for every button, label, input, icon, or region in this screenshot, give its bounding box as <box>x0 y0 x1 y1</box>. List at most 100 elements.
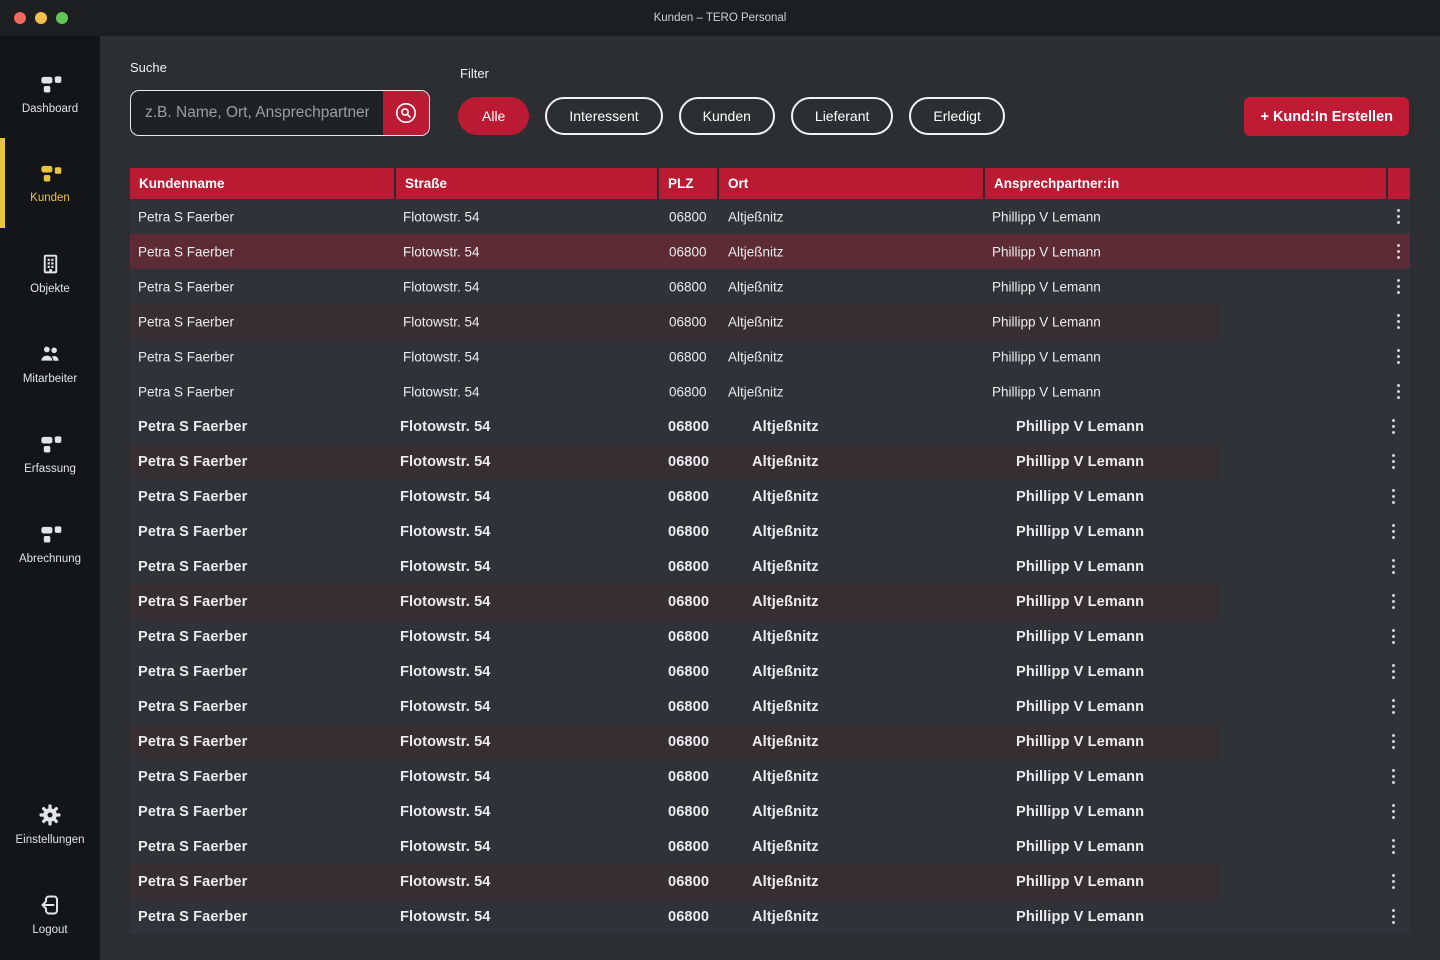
column-header-ansprechpartner[interactable]: Ansprechpartner:in <box>985 168 1388 199</box>
cell-plz: 06800 <box>668 664 709 680</box>
cell-kundenname: Petra S Faerber <box>138 279 234 294</box>
cell-ort: Altjeßnitz <box>728 314 784 329</box>
row-menu-button[interactable] <box>1380 899 1406 934</box>
filter-pills: Alle Interessent Kunden Lieferant Erledi… <box>458 97 1005 135</box>
row-menu-button[interactable] <box>1380 549 1406 584</box>
cell-ort: Altjeßnitz <box>752 419 819 435</box>
sidebar-item-erfassung[interactable]: Erfassung <box>0 412 100 496</box>
cell-plz: 06800 <box>669 244 707 259</box>
table-row[interactable]: Petra S Faerber Flotowstr. 54 06800 Altj… <box>130 374 1410 409</box>
table-row[interactable]: Petra S Faerber Flotowstr. 54 06800 Altj… <box>130 339 1410 374</box>
table-row[interactable]: Petra S Faerber Flotowstr. 54 06800 Altj… <box>130 759 1410 794</box>
filter-pill-alle[interactable]: Alle <box>458 97 529 135</box>
filter-pill-interessent[interactable]: Interessent <box>545 97 662 135</box>
zoom-button[interactable] <box>56 12 68 24</box>
cell-kundenname: Petra S Faerber <box>138 209 234 224</box>
sidebar-item-label: Mitarbeiter <box>23 373 77 385</box>
filter-pill-lieferant[interactable]: Lieferant <box>791 97 893 135</box>
sidebar-item-label: Logout <box>32 924 67 936</box>
row-menu-button[interactable] <box>1380 654 1406 689</box>
row-menu-button[interactable] <box>1380 619 1406 654</box>
cell-plz: 06800 <box>668 699 709 715</box>
cell-ansprechpartner: Phillipp V Lemann <box>1016 909 1144 925</box>
titlebar: Kunden – TERO Personal <box>0 0 1440 36</box>
table-row[interactable]: Petra S Faerber Flotowstr. 54 06800 Altj… <box>130 304 1410 339</box>
close-button[interactable] <box>14 12 26 24</box>
row-menu-button[interactable] <box>1380 759 1406 794</box>
cell-plz: 06800 <box>668 769 709 785</box>
kebab-dots-icon <box>1392 419 1395 422</box>
active-indicator <box>0 138 5 228</box>
row-menu-button[interactable] <box>1380 514 1406 549</box>
table-row[interactable]: Petra S Faerber Flotowstr. 54 06800 Altj… <box>130 724 1410 759</box>
filter-pill-erledigt[interactable]: Erledigt <box>909 97 1004 135</box>
row-menu-button[interactable] <box>1385 339 1411 374</box>
table-row[interactable]: Petra S Faerber Flotowstr. 54 06800 Altj… <box>130 654 1410 689</box>
row-menu-button[interactable] <box>1380 409 1406 444</box>
sidebar-item-einstellungen[interactable]: Einstellungen <box>0 782 100 866</box>
column-header-strasse[interactable]: Straße <box>396 168 659 199</box>
row-menu-button[interactable] <box>1380 689 1406 724</box>
table-row[interactable]: Petra S Faerber Flotowstr. 54 06800 Altj… <box>130 199 1410 234</box>
sidebar-item-label: Objekte <box>30 283 70 295</box>
table-row[interactable]: Petra S Faerber Flotowstr. 54 06800 Altj… <box>130 444 1410 479</box>
filter-pill-kunden[interactable]: Kunden <box>679 97 775 135</box>
search-input[interactable] <box>131 91 383 135</box>
search-button[interactable] <box>383 91 429 135</box>
row-menu-button[interactable] <box>1380 584 1406 619</box>
row-menu-button[interactable] <box>1385 269 1411 304</box>
column-header-plz[interactable]: PLZ <box>659 168 719 199</box>
cell-ansprechpartner: Phillipp V Lemann <box>992 349 1101 364</box>
table-row[interactable]: Petra S Faerber Flotowstr. 54 06800 Altj… <box>130 409 1410 444</box>
column-header-ort[interactable]: Ort <box>719 168 985 199</box>
sidebar-item-objekte[interactable]: Objekte <box>0 232 100 316</box>
table-row[interactable]: Petra S Faerber Flotowstr. 54 06800 Altj… <box>130 479 1410 514</box>
cell-ort: Altjeßnitz <box>728 279 784 294</box>
cell-ort: Altjeßnitz <box>752 454 819 470</box>
table-row[interactable]: Petra S Faerber Flotowstr. 54 06800 Altj… <box>130 689 1410 724</box>
sidebar-item-dashboard[interactable]: Dashboard <box>0 52 100 136</box>
kebab-dots-icon <box>1392 629 1395 632</box>
sidebar-item-logout[interactable]: Logout <box>0 872 100 956</box>
sidebar-item-abrechnung[interactable]: Abrechnung <box>0 502 100 586</box>
cell-kundenname: Petra S Faerber <box>138 244 234 259</box>
minimize-button[interactable] <box>35 12 47 24</box>
table-row[interactable]: Petra S Faerber Flotowstr. 54 06800 Altj… <box>130 794 1410 829</box>
column-header-kundenname[interactable]: Kundenname <box>130 168 396 199</box>
cell-ort: Altjeßnitz <box>752 664 819 680</box>
row-menu-button[interactable] <box>1380 794 1406 829</box>
create-customer-button[interactable]: + Kund:In Erstellen <box>1244 97 1409 136</box>
row-menu-button[interactable] <box>1385 234 1411 269</box>
row-menu-button[interactable] <box>1385 199 1411 234</box>
sidebar-item-mitarbeiter[interactable]: Mitarbeiter <box>0 322 100 406</box>
table-row[interactable]: Petra S Faerber Flotowstr. 54 06800 Altj… <box>130 234 1410 269</box>
row-menu-button[interactable] <box>1385 374 1411 409</box>
cell-plz: 06800 <box>668 594 709 610</box>
row-menu-button[interactable] <box>1380 444 1406 479</box>
row-menu-button[interactable] <box>1380 724 1406 759</box>
table-row[interactable]: Petra S Faerber Flotowstr. 54 06800 Altj… <box>130 829 1410 864</box>
table-row[interactable]: Petra S Faerber Flotowstr. 54 06800 Altj… <box>130 549 1410 584</box>
cell-plz: 06800 <box>668 874 709 890</box>
people-icon <box>38 343 63 366</box>
cell-kundenname: Petra S Faerber <box>138 314 234 329</box>
table-row[interactable]: Petra S Faerber Flotowstr. 54 06800 Altj… <box>130 899 1410 934</box>
table-row[interactable]: Petra S Faerber Flotowstr. 54 06800 Altj… <box>130 619 1410 654</box>
cell-strasse: Flotowstr. 54 <box>400 524 491 540</box>
row-menu-button[interactable] <box>1380 479 1406 514</box>
filter-label: Filter <box>460 66 489 81</box>
table-row[interactable]: Petra S Faerber Flotowstr. 54 06800 Altj… <box>130 514 1410 549</box>
cell-strasse: Flotowstr. 54 <box>403 209 480 224</box>
main-content: Suche Filter Alle Interessent Kunden Lie… <box>100 36 1440 960</box>
search-icon <box>393 100 419 126</box>
row-menu-button[interactable] <box>1385 304 1411 339</box>
cell-kundenname: Petra S Faerber <box>138 699 247 715</box>
table-row[interactable]: Petra S Faerber Flotowstr. 54 06800 Altj… <box>130 584 1410 619</box>
cell-ansprechpartner: Phillipp V Lemann <box>1016 874 1144 890</box>
sidebar-item-kunden[interactable]: Kunden <box>0 138 100 228</box>
cell-kundenname: Petra S Faerber <box>138 349 234 364</box>
row-menu-button[interactable] <box>1380 829 1406 864</box>
table-row[interactable]: Petra S Faerber Flotowstr. 54 06800 Altj… <box>130 864 1410 899</box>
table-row[interactable]: Petra S Faerber Flotowstr. 54 06800 Altj… <box>130 269 1410 304</box>
row-menu-button[interactable] <box>1380 864 1406 899</box>
